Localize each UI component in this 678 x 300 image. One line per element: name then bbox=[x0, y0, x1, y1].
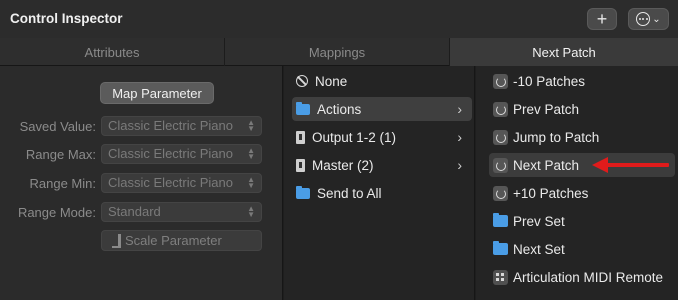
scale-icon bbox=[112, 233, 121, 248]
action-icon bbox=[493, 157, 508, 173]
plus-icon: + bbox=[596, 9, 608, 29]
set-folder-icon bbox=[493, 213, 508, 227]
action-item-label: Next Set bbox=[513, 241, 565, 257]
tab-bar: Attributes Mappings Next Patch bbox=[0, 38, 678, 66]
updown-chevron-icon: ▲ ▼ bbox=[247, 204, 255, 219]
action-icon bbox=[493, 185, 508, 201]
chevron-down-icon: ⌄ bbox=[652, 13, 661, 25]
titlebar: Control Inspector + ⌄ bbox=[0, 0, 678, 38]
range-mode-select[interactable]: Standard ▲ ▼ bbox=[101, 202, 262, 222]
folder-icon bbox=[296, 101, 310, 115]
window-title: Control Inspector bbox=[10, 11, 123, 26]
set-folder-icon bbox=[493, 241, 508, 255]
action-list: -10 Patches Prev Patch Jump to Patch Nex… bbox=[476, 66, 678, 300]
action-icon bbox=[493, 101, 508, 117]
channel-strip-icon bbox=[296, 158, 305, 172]
category-item-master[interactable]: Master (2) › bbox=[292, 153, 472, 177]
annotation-arrow-shaft bbox=[606, 163, 669, 167]
add-button[interactable]: + bbox=[587, 8, 617, 30]
range-mode-text: Standard bbox=[108, 204, 161, 219]
category-list: None Actions › Output 1-2 (1) › Master (… bbox=[284, 66, 475, 300]
action-item-label: Prev Set bbox=[513, 213, 565, 229]
action-item-label: Next Patch bbox=[513, 157, 580, 173]
action-item-label: +10 Patches bbox=[513, 185, 589, 201]
none-icon bbox=[296, 75, 308, 87]
action-item-label: -10 Patches bbox=[513, 73, 586, 89]
range-min-text: Classic Electric Piano bbox=[108, 175, 233, 190]
action-item-prev-set[interactable]: Prev Set bbox=[489, 209, 675, 233]
more-options-button[interactable]: ⌄ bbox=[628, 8, 669, 30]
range-min-select[interactable]: Classic Electric Piano ▲ ▼ bbox=[101, 173, 262, 193]
action-item-minus-10-patches[interactable]: -10 Patches bbox=[489, 69, 675, 93]
range-max-label: Range Max: bbox=[25, 147, 96, 162]
tab-mappings[interactable]: Mappings bbox=[225, 38, 450, 66]
saved-value-text: Classic Electric Piano bbox=[108, 118, 233, 133]
action-icon bbox=[493, 129, 508, 145]
category-item-actions[interactable]: Actions › bbox=[292, 97, 472, 121]
scale-parameter-button[interactable]: Scale Parameter bbox=[101, 230, 262, 251]
saved-value-row: Saved Value: Classic Electric Piano ▲ ▼ bbox=[0, 116, 283, 138]
category-item-label: Actions bbox=[317, 101, 362, 117]
range-min-label: Range Min: bbox=[29, 176, 96, 191]
scale-parameter-label: Scale Parameter bbox=[125, 233, 222, 248]
category-item-label: Output 1-2 (1) bbox=[312, 129, 397, 145]
tab-next-patch[interactable]: Next Patch bbox=[450, 38, 678, 66]
action-item-jump-to-patch[interactable]: Jump to Patch bbox=[489, 125, 675, 149]
action-icon bbox=[493, 73, 508, 89]
updown-chevron-icon: ▲ ▼ bbox=[247, 175, 255, 190]
category-item-output[interactable]: Output 1-2 (1) › bbox=[292, 125, 472, 149]
category-item-label: Send to All bbox=[317, 185, 382, 201]
range-max-select[interactable]: Classic Electric Piano ▲ ▼ bbox=[101, 144, 262, 164]
range-mode-row: Range Mode: Standard ▲ ▼ bbox=[0, 202, 283, 224]
tab-attributes[interactable]: Attributes bbox=[0, 38, 225, 66]
annotation-arrow bbox=[592, 156, 672, 174]
category-item-none[interactable]: None bbox=[292, 69, 472, 93]
action-item-articulation-midi-remote[interactable]: Articulation MIDI Remote bbox=[489, 265, 675, 289]
chevron-right-icon: › bbox=[457, 101, 462, 117]
action-item-label: Jump to Patch bbox=[513, 129, 600, 145]
range-min-row: Range Min: Classic Electric Piano ▲ ▼ bbox=[0, 173, 283, 195]
range-max-row: Range Max: Classic Electric Piano ▲ ▼ bbox=[0, 144, 283, 166]
ellipsis-circle-icon bbox=[636, 12, 651, 26]
action-item-prev-patch[interactable]: Prev Patch bbox=[489, 97, 675, 121]
saved-value-label: Saved Value: bbox=[19, 119, 96, 134]
category-item-label: None bbox=[315, 73, 348, 89]
annotation-arrow-head bbox=[592, 157, 608, 173]
action-item-label: Articulation MIDI Remote bbox=[513, 269, 664, 285]
category-item-label: Master (2) bbox=[312, 157, 374, 173]
action-item-label: Prev Patch bbox=[513, 101, 580, 117]
range-max-text: Classic Electric Piano bbox=[108, 146, 233, 161]
folder-icon bbox=[296, 185, 310, 199]
map-parameter-button[interactable]: Map Parameter bbox=[100, 82, 214, 104]
parameter-pane: Map Parameter Saved Value: Classic Elect… bbox=[0, 66, 283, 300]
midi-remote-icon bbox=[493, 269, 508, 285]
action-item-plus-10-patches[interactable]: +10 Patches bbox=[489, 181, 675, 205]
updown-chevron-icon: ▲ ▼ bbox=[247, 118, 255, 133]
channel-strip-icon bbox=[296, 130, 305, 144]
saved-value-select[interactable]: Classic Electric Piano ▲ ▼ bbox=[101, 116, 262, 136]
category-item-send-to-all[interactable]: Send to All bbox=[292, 181, 472, 205]
range-mode-label: Range Mode: bbox=[17, 205, 96, 220]
chevron-right-icon: › bbox=[457, 157, 462, 173]
action-item-next-set[interactable]: Next Set bbox=[489, 237, 675, 261]
chevron-right-icon: › bbox=[457, 129, 462, 145]
updown-chevron-icon: ▲ ▼ bbox=[247, 146, 255, 161]
